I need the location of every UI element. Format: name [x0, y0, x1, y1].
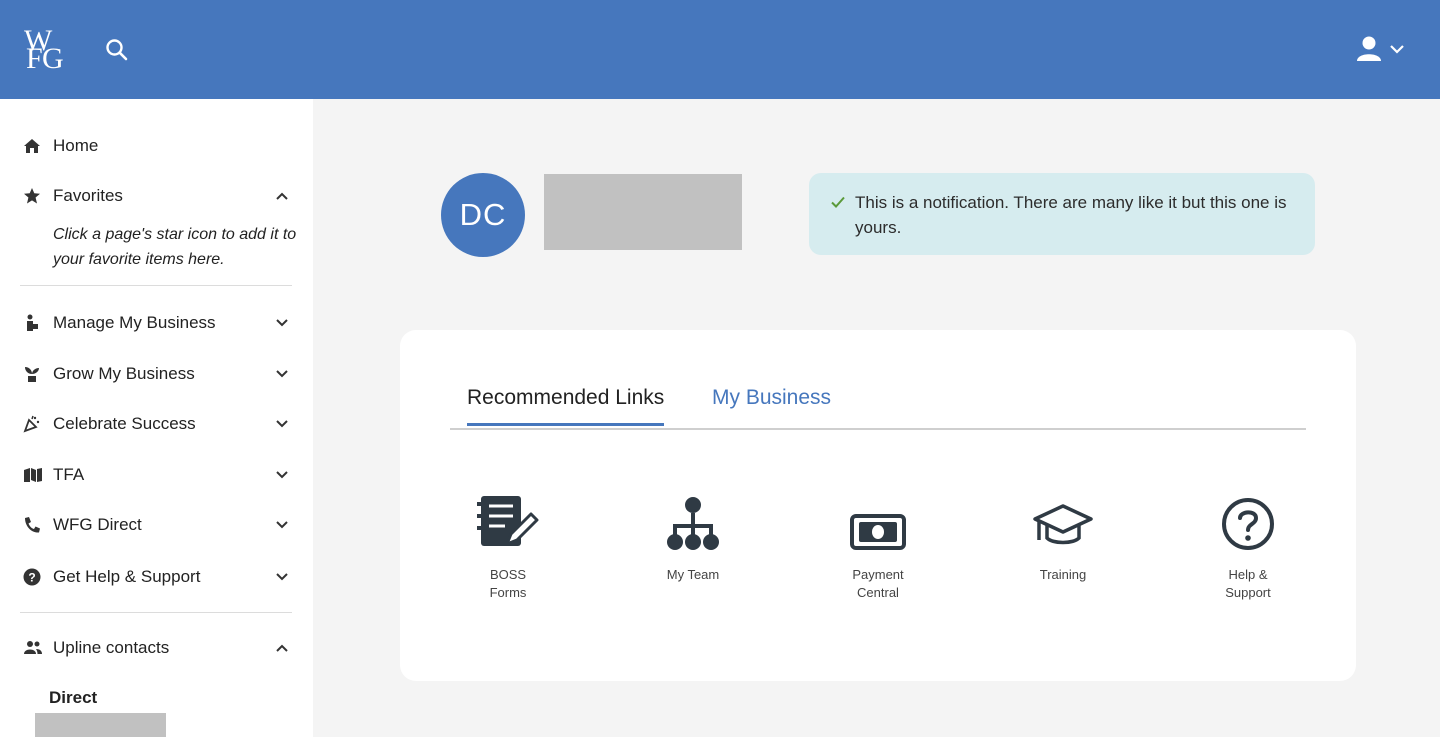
wfg-logo[interactable]: W F G: [22, 24, 72, 75]
star-icon: [20, 186, 46, 206]
document-edit-icon: [477, 496, 539, 546]
graduation-cap-icon: [1033, 504, 1093, 545]
sidebar-divider: [20, 612, 292, 613]
tab-underline-divider: [450, 428, 1306, 430]
avatar: DC: [441, 173, 525, 257]
sidebar-item-label: Manage My Business: [53, 313, 216, 332]
sidebar-divider: [20, 285, 292, 286]
flag-icon: [20, 465, 46, 485]
chevron-down-icon[interactable]: [272, 414, 292, 434]
sidebar-item-wfg-direct[interactable]: WFG Direct: [20, 507, 292, 543]
chevron-up-icon[interactable]: [272, 186, 292, 206]
sidebar-item-label: Get Help & Support: [53, 567, 201, 586]
link-my-team[interactable]: My Team: [633, 490, 753, 584]
user-icon: [1357, 36, 1404, 61]
tab-recommended-links[interactable]: Recommended Links: [467, 386, 665, 426]
chevron-down-icon[interactable]: [272, 465, 292, 485]
party-popper-icon: [20, 414, 46, 434]
people-icon: [20, 638, 46, 658]
links-card: Recommended Links My Business BOSS Forms: [400, 330, 1356, 681]
plant-icon: [20, 364, 46, 384]
top-header: W F G: [0, 0, 1440, 99]
sidebar-item-grow-my-business[interactable]: Grow My Business: [20, 356, 292, 392]
link-training[interactable]: Training: [1003, 490, 1123, 584]
sidebar-item-celebrate-success[interactable]: Celebrate Success: [20, 406, 292, 442]
sidebar-item-label: Home: [53, 136, 99, 155]
phone-icon: [20, 515, 46, 535]
redacted-user-name: [544, 174, 742, 250]
chevron-down-icon[interactable]: [272, 515, 292, 535]
link-label: BOSS Forms: [489, 567, 527, 600]
sidebar-item-home[interactable]: Home: [20, 128, 292, 164]
chevron-down-icon[interactable]: [272, 567, 292, 587]
help-circle-icon: ?: [20, 567, 46, 587]
person-briefcase-icon: [20, 313, 46, 333]
direct-contact-label: Direct: [49, 688, 98, 707]
tab-my-business[interactable]: My Business: [712, 386, 831, 426]
notification-banner: This is a notification. There are many l…: [809, 173, 1315, 255]
search-icon: [106, 39, 128, 61]
link-label: Training: [1039, 567, 1087, 582]
link-help-support[interactable]: Help & Support: [1188, 490, 1308, 602]
sidebar-item-upline-contacts[interactable]: Upline contacts: [20, 630, 292, 666]
sidebar-item-get-help-support[interactable]: ? Get Help & Support: [20, 559, 292, 595]
sidebar-item-label: WFG Direct: [53, 515, 142, 534]
sidebar-item-label: Celebrate Success: [53, 414, 196, 433]
favorites-hint: Click a page's star icon to add it to yo…: [53, 226, 297, 268]
sidebar-item-label: Favorites: [53, 186, 123, 205]
svg-text:?: ?: [28, 571, 35, 585]
link-payment-central[interactable]: Payment Central: [818, 490, 938, 602]
chevron-up-icon[interactable]: [272, 638, 292, 658]
sidebar-item-favorites[interactable]: Favorites: [20, 178, 292, 214]
checkmark-icon: [831, 196, 845, 208]
money-bill-icon: [850, 514, 906, 550]
sidebar-item-label: Grow My Business: [53, 364, 195, 383]
sidebar-item-manage-my-business[interactable]: Manage My Business: [20, 305, 292, 341]
chevron-down-icon[interactable]: [272, 364, 292, 384]
sidebar-nav: Home Favorites Click a page's star icon …: [0, 99, 313, 737]
chevron-down-icon[interactable]: [272, 313, 292, 333]
home-icon: [20, 136, 46, 156]
sidebar-item-label: TFA: [53, 465, 85, 484]
search-button[interactable]: [104, 37, 130, 63]
notification-text: This is a notification. There are many l…: [855, 193, 1287, 237]
org-chart-icon: [667, 497, 719, 550]
redacted-contact-name: [35, 713, 166, 737]
link-label: Payment Central: [852, 567, 904, 600]
link-label: Help & Support: [1225, 567, 1271, 600]
question-circle-icon: [1222, 498, 1274, 550]
chevron-down-icon: [1390, 45, 1404, 54]
sidebar-item-tfa[interactable]: TFA: [20, 457, 292, 493]
sidebar-item-label: Upline contacts: [53, 638, 170, 657]
user-menu-button[interactable]: [1352, 34, 1412, 64]
link-label: My Team: [666, 567, 720, 582]
link-boss-forms[interactable]: BOSS Forms: [448, 490, 568, 602]
